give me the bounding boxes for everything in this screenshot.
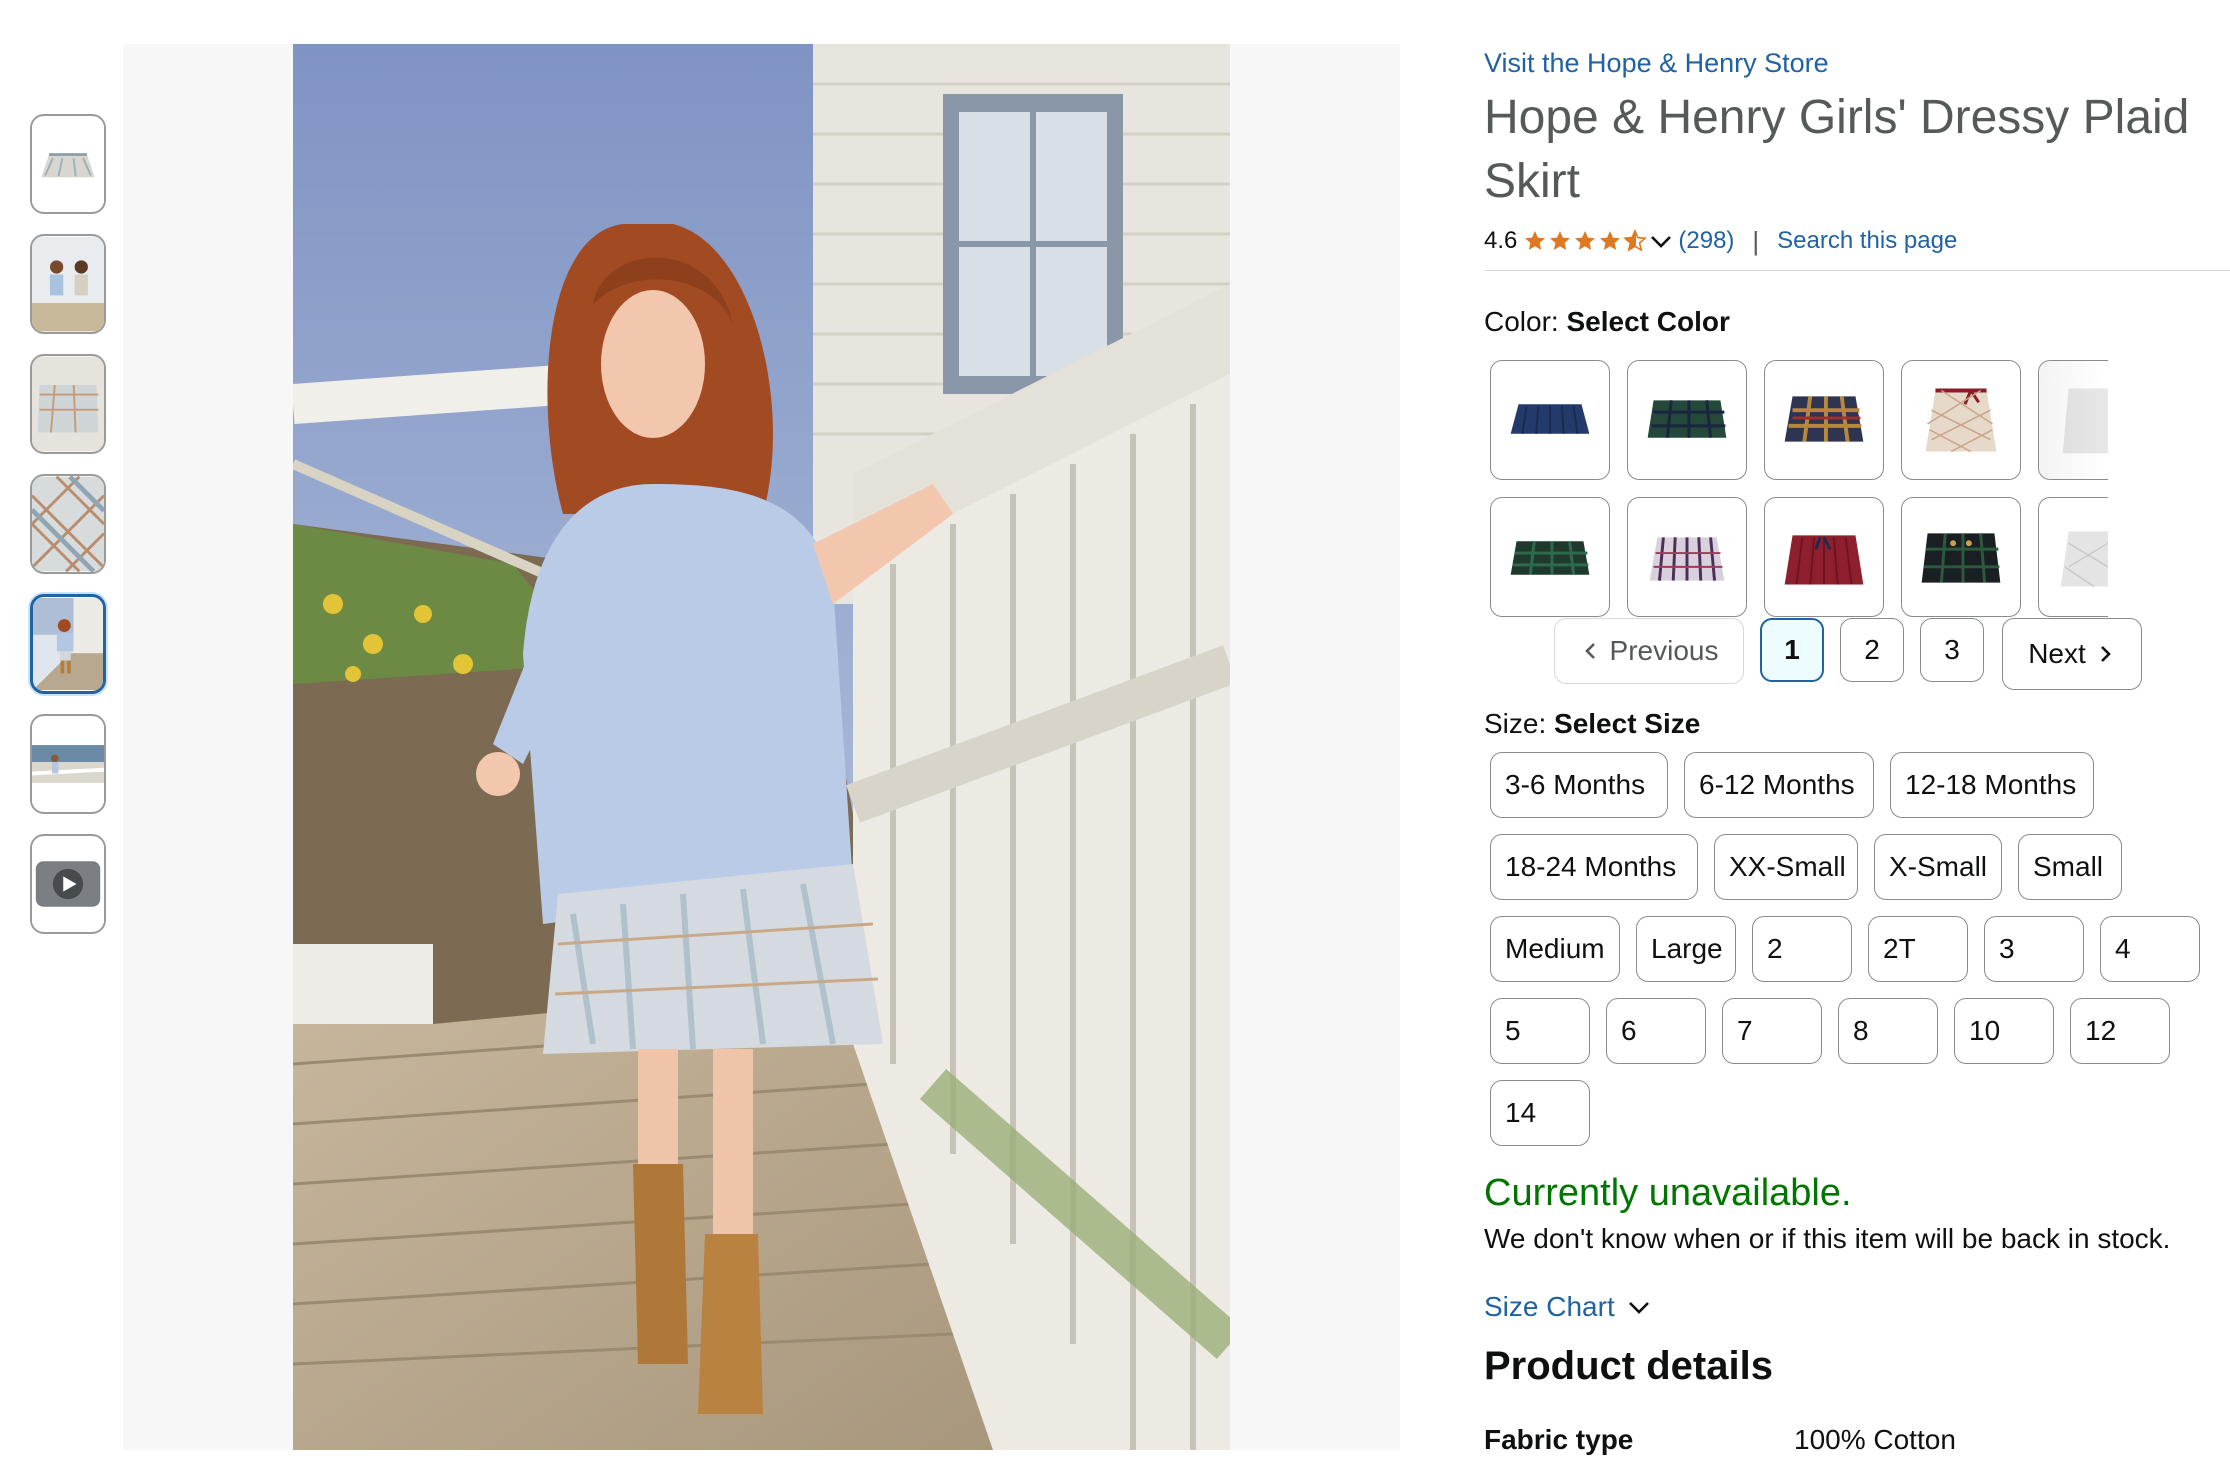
size-option-label: 2T xyxy=(1883,933,1916,964)
size-option[interactable]: XX-Small xyxy=(1714,834,1858,900)
thumbnail-video[interactable] xyxy=(30,834,106,934)
color-label: Color: Select Color xyxy=(1484,306,1730,338)
swatch-beige-plaid-bow[interactable] xyxy=(1901,360,2021,480)
chevron-down-icon xyxy=(1628,1302,1649,1314)
size-option[interactable]: 6-12 Months xyxy=(1684,752,1874,818)
size-option[interactable]: 2T xyxy=(1868,916,1968,982)
previous-button[interactable]: Previous xyxy=(1554,618,1744,684)
star-icon xyxy=(1600,231,1621,250)
page-2-button[interactable]: 2 xyxy=(1840,618,1904,682)
size-label-text: Size: xyxy=(1484,708,1547,739)
search-this-page-link[interactable]: Search this page xyxy=(1777,227,1957,255)
store-link[interactable]: Visit the Hope & Henry Store xyxy=(1484,48,1829,79)
star-rating[interactable] xyxy=(1523,229,1674,253)
size-option-label: X-Small xyxy=(1889,851,1988,882)
detail-value-fabric-type: 100% Cotton xyxy=(1794,1424,1956,1455)
rating-count-link[interactable]: (298) xyxy=(1678,227,1734,255)
size-option-label: Small xyxy=(2033,851,2104,882)
size-selected-value: Select Size xyxy=(1554,708,1701,739)
size-option-label: XX-Small xyxy=(1729,851,1846,882)
availability-message: We don't know when or if this item will … xyxy=(1484,1223,2171,1254)
size-option[interactable]: 14 xyxy=(1490,1080,1590,1146)
size-option[interactable]: 2 xyxy=(1752,916,1852,982)
main-image-area xyxy=(123,44,1400,1450)
star-icon xyxy=(1575,231,1596,250)
size-option[interactable]: 10 xyxy=(1954,998,2054,1064)
size-option-label: 7 xyxy=(1737,1015,1753,1046)
chevron-down-icon[interactable] xyxy=(1648,229,1674,253)
main-product-photo[interactable] xyxy=(293,44,1230,1450)
size-option[interactable]: 8 xyxy=(1838,998,1938,1064)
size-option[interactable]: Medium xyxy=(1490,916,1620,982)
page-1-button[interactable]: 1 xyxy=(1760,618,1824,682)
size-option[interactable]: 18-24 Months xyxy=(1490,834,1698,900)
swatch-burgundy-pleated[interactable] xyxy=(1764,497,1884,617)
size-chart-label: Size Chart xyxy=(1484,1291,1615,1322)
thumbnail-plaid-skirt[interactable] xyxy=(30,114,106,214)
size-option-label: Large xyxy=(1651,933,1723,964)
swatch-multicolor-plaid[interactable] xyxy=(1764,360,1884,480)
size-option-label: 10 xyxy=(1969,1015,2001,1046)
thumbnail-boardwalk[interactable] xyxy=(30,714,106,814)
star-icon xyxy=(1550,231,1571,250)
thumbnail-plaid-fabric[interactable] xyxy=(30,474,106,574)
color-label-text: Color: xyxy=(1484,306,1559,337)
chevron-right-icon xyxy=(2100,646,2111,662)
chevron-left-icon xyxy=(1584,643,1595,659)
size-option-label: 3 xyxy=(1999,933,2015,964)
separator: | xyxy=(1752,225,1760,256)
availability-status: Currently unavailable. xyxy=(1484,1172,1852,1214)
size-label: Size: Select Size xyxy=(1484,708,1700,740)
size-option[interactable]: 12 xyxy=(2070,998,2170,1064)
size-option[interactable]: 6 xyxy=(1606,998,1706,1064)
color-selected-value: Select Color xyxy=(1566,306,1730,337)
size-option[interactable]: 3 xyxy=(1984,916,2084,982)
page-3-label: 3 xyxy=(1944,634,1960,665)
size-option-label: 12-18 Months xyxy=(1905,769,2077,800)
size-option-label: 6 xyxy=(1621,1015,1637,1046)
detail-key-fabric-type: Fabric type xyxy=(1484,1424,1634,1455)
size-option-label: Medium xyxy=(1505,933,1605,964)
size-option[interactable]: X-Small xyxy=(1874,834,2002,900)
swatch-green-plaid[interactable] xyxy=(1627,360,1747,480)
size-option[interactable]: 3-6 Months xyxy=(1490,752,1668,818)
size-option-label: 12 xyxy=(2085,1015,2117,1046)
product-title: Hope & Henry Girls' Dressy Plaid Skirt xyxy=(1484,91,2190,208)
thumbnail-two-girls[interactable] xyxy=(30,234,106,334)
swatch-navy-pleated[interactable] xyxy=(1490,360,1610,480)
star-icon xyxy=(1525,231,1546,250)
half-star-icon xyxy=(1623,229,1648,252)
size-option[interactable]: Small xyxy=(2018,834,2122,900)
swatch-dark-green-plaid[interactable] xyxy=(1490,497,1610,617)
page-1-label: 1 xyxy=(1784,634,1800,665)
size-option-label: 18-24 Months xyxy=(1505,851,1677,882)
size-option-label: 6-12 Months xyxy=(1699,769,1855,800)
page-2-label: 2 xyxy=(1864,634,1880,665)
size-option[interactable]: 5 xyxy=(1490,998,1590,1064)
size-option[interactable]: 4 xyxy=(2100,916,2200,982)
size-option-label: 14 xyxy=(1505,1097,1537,1128)
swatch-purple-plaid[interactable] xyxy=(1627,497,1747,617)
rating-value: 4.6 xyxy=(1484,227,1518,254)
size-option-label: 5 xyxy=(1505,1015,1521,1046)
size-option[interactable]: 7 xyxy=(1722,998,1822,1064)
size-option-label: 3-6 Months xyxy=(1505,769,1646,800)
size-option-label: 4 xyxy=(2115,933,2131,964)
next-label: Next xyxy=(2028,638,2086,669)
previous-label: Previous xyxy=(1609,635,1719,666)
size-option[interactable]: 12-18 Months xyxy=(1890,752,2094,818)
next-button[interactable]: Next xyxy=(2002,618,2142,690)
swatch-white-partial[interactable] xyxy=(2038,360,2108,480)
size-option-label: 8 xyxy=(1853,1015,1869,1046)
thumbnail-skirt-detail[interactable] xyxy=(30,354,106,454)
size-option[interactable]: Large xyxy=(1636,916,1736,982)
product-details-heading: Product details xyxy=(1484,1344,1773,1388)
size-option-label: 2 xyxy=(1767,933,1783,964)
thumbnail-girl-walking[interactable] xyxy=(30,594,106,694)
rating-row: 4.6 (298) | Search this page xyxy=(1484,222,2230,271)
size-chart-link[interactable]: Size Chart xyxy=(1484,1291,1653,1323)
swatch-white-quilted-partial[interactable] xyxy=(2038,497,2108,617)
page-3-button[interactable]: 3 xyxy=(1920,618,1984,682)
swatch-black-green-plaid[interactable] xyxy=(1901,497,2021,617)
